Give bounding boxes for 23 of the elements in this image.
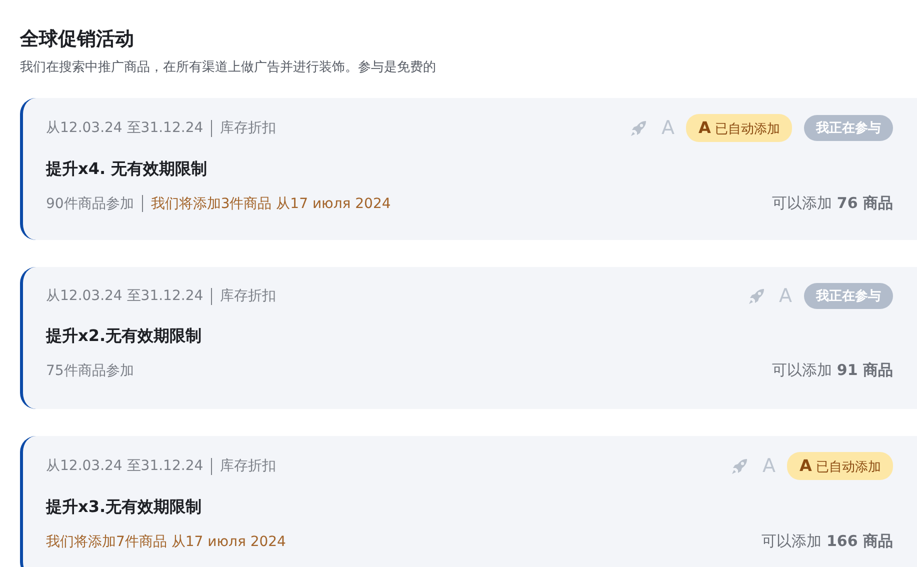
participating-badge: 我正在参与 <box>804 283 893 309</box>
auto-add-note: 我们将添加3件商品 从17 июля 2024 <box>150 194 391 212</box>
promotion-title: 提升x3.无有效期限制 <box>46 497 203 518</box>
participating-badge: 我正在参与 <box>804 115 893 141</box>
available-products: 可以添加 166 商品 <box>762 532 893 551</box>
participants-count: 75件商品参加 <box>46 362 134 380</box>
available-products: 可以添加 91 商品 <box>772 361 893 380</box>
promotion-period: 从12.03.24 至31.12.24 <box>46 457 204 475</box>
promotion-type: 库存折扣 <box>220 287 276 305</box>
promotion-title: 提升x2.无有效期限制 <box>46 326 203 347</box>
promotion-title: 提升x4. 无有效期限制 <box>46 159 208 180</box>
auto-added-badge: A 已自动添加 <box>787 452 893 480</box>
auto-add-note: 我们将添加7件商品 从17 июля 2024 <box>46 532 286 550</box>
promotion-type: 库存折扣 <box>220 119 276 137</box>
page-subtitle: 我们在搜索中推广商品，在所有渠道上做广告并进行装饰。参与是免费的 <box>20 59 437 76</box>
promotion-type: 库存折扣 <box>220 457 276 475</box>
promotion-period: 从12.03.24 至31.12.24 <box>46 119 204 137</box>
promotion-period: 从12.03.24 至31.12.24 <box>46 287 204 305</box>
page-title: 全球促销活动 <box>20 27 135 52</box>
participants-count: 90件商品参加 <box>46 194 134 212</box>
available-products: 可以添加 76 商品 <box>772 194 893 213</box>
auto-added-badge: A 已自动添加 <box>686 114 792 142</box>
rocket-icon <box>747 286 767 306</box>
